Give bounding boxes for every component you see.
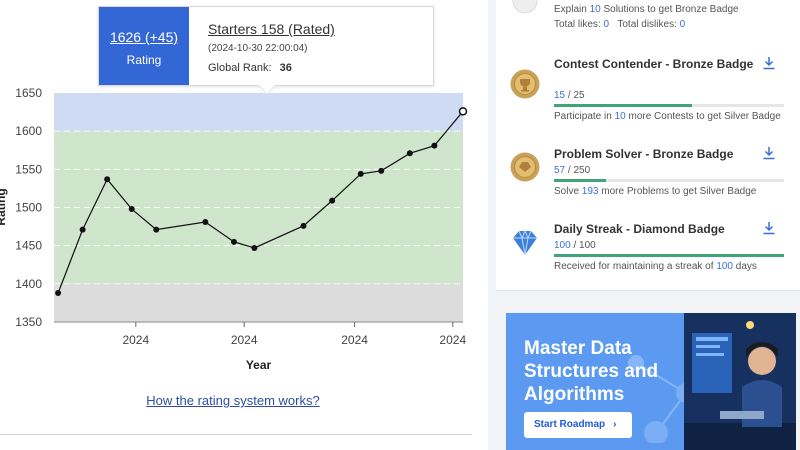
progress-current: 57 [554,165,566,176]
badge-progress: 15 / 25 [554,90,585,101]
dislikes-value: 0 [679,19,686,30]
x-axis-title: Year [246,358,272,372]
prev-line-b: Solutions to get Bronze Badge [600,4,739,15]
note-a: Received for maintaining a streak of [554,261,717,272]
note-b: more Contests to get Silver Badge [625,111,781,122]
rating-point-1 [79,226,86,233]
chevron-right-icon: › [613,419,617,430]
section-divider [0,434,472,435]
y-tick-label-2: 1450 [15,239,42,253]
bronze-medal-icon [510,152,540,182]
y-tick-label-5: 1600 [15,124,42,138]
badge-progress-bar [554,179,784,182]
prev-badge-likes: Total likes: 0 Total dislikes: 0 [554,19,685,30]
start-roadmap-label: Start Roadmap [534,419,606,430]
badges-card: Explain 10 Solutions to get Bronze Badge… [496,0,800,291]
rating-system-link[interactable]: How the rating system works? [0,393,466,408]
prev-badge-requirement: Explain 10 Solutions to get Bronze Badge [554,4,739,15]
download-icon[interactable] [762,56,776,70]
prev-line-a: Explain [554,4,590,15]
y-tick-label-6: 1650 [15,86,42,100]
badge-title: Contest Contender - Bronze Badge [554,57,754,71]
y-tick-label-1: 1400 [15,277,42,291]
rating-chart-panel: 1350 1400 1450 1500 1550 1600 1650 2024 2024 2024… [0,0,488,450]
banner-illustration [684,313,796,450]
y-tick-label-4: 1550 [15,162,42,176]
note-num: 193 [581,186,599,197]
badge-title: Daily Streak - Diamond Badge [554,222,725,236]
tooltip-rating-label: Rating [126,53,162,67]
diamond-badge-icon [513,229,537,256]
download-icon[interactable] [762,146,776,160]
roadmap-banner[interactable]: Master Data Structures and Algorithms St… [506,313,796,450]
prev-badge-icon [512,0,538,14]
tooltip-contest-info: Starters 158 (Rated) (2024-10-30 22:00:0… [208,21,335,74]
rating-point-10 [357,170,364,177]
tooltip-rating-value[interactable]: 1626 (+45) [99,29,189,45]
progress-fill [554,179,607,182]
rating-point-2 [104,176,111,183]
progress-current: 100 [554,240,571,251]
progress-total: / 250 [565,165,591,176]
rating-tooltip: 1626 (+45) Rating Starters 158 (Rated) (… [98,6,434,95]
rating-band-0 [54,283,463,322]
progress-total: / 25 [565,90,585,101]
tooltip-date: (2024-10-30 22:00:04) [208,43,308,54]
x-tick-label-0: 2024 [122,333,149,347]
x-tick-label-3: 2024 [439,333,466,347]
progress-fill [554,104,692,107]
progress-total: / 100 [570,240,596,251]
badge-note: Participate in 10 more Contests to get S… [554,111,781,122]
rating-point-highlight [458,107,468,116]
rating-point-9 [329,197,336,204]
badge-note: Received for maintaining a streak of 100… [554,261,757,272]
badge-progress: 100 / 100 [554,240,596,251]
sidebar: Explain 10 Solutions to get Bronze Badge… [496,0,800,450]
tooltip-contest-link[interactable]: Starters 158 (Rated) [208,21,335,37]
note-num: 10 [614,111,626,122]
badge-progress-bar [554,254,784,257]
badge-progress: 57 / 250 [554,165,590,176]
rating-point-8 [300,222,307,229]
rating-point-4 [153,226,160,233]
dislikes-label: Total dislikes: [617,19,680,30]
rating-point-5 [202,219,209,226]
rank-label: Global Rank: [208,62,272,74]
bronze-medal-icon [510,69,540,99]
badge-progress-bar [554,104,784,107]
note-num: 100 [716,261,733,272]
tooltip-arrow [259,85,275,94]
person-at-desk-icon [684,313,796,450]
badge-title: Problem Solver - Bronze Badge [554,147,734,161]
rating-point-3 [128,206,135,213]
note-b: more Problems to get Silver Badge [598,186,757,197]
y-tick-label-3: 1500 [15,201,42,215]
rank-value: 36 [279,62,292,74]
tooltip-rating-box: 1626 (+45) Rating [99,7,189,85]
rating-point-6 [230,238,237,245]
note-a: Participate in [554,111,615,122]
prev-line-num: 10 [589,4,601,15]
note-b: days [733,261,757,272]
y-tick-label-0: 1350 [15,315,42,329]
x-tick-label-1: 2024 [231,333,258,347]
rating-point-0 [55,289,62,296]
tooltip-global-rank: Global Rank: 36 [208,62,335,74]
note-a: Solve [554,186,582,197]
likes-label: Total likes: [554,19,604,30]
rating-point-7 [251,244,258,251]
badge-note: Solve 193 more Problems to get Silver Ba… [554,186,756,197]
y-axis-title: Rating [0,188,8,225]
rating-point-13 [431,142,438,149]
progress-fill [554,254,784,257]
rating-band-2 [54,93,463,132]
banner-headline: Master Data Structures and Algorithms [524,338,659,405]
column-gutter [488,0,496,450]
start-roadmap-button[interactable]: Start Roadmap › [524,412,632,438]
download-icon[interactable] [762,221,776,235]
progress-current: 15 [554,90,566,101]
x-tick-label-2: 2024 [341,333,368,347]
rating-point-12 [406,150,413,157]
rating-point-11 [378,167,385,174]
